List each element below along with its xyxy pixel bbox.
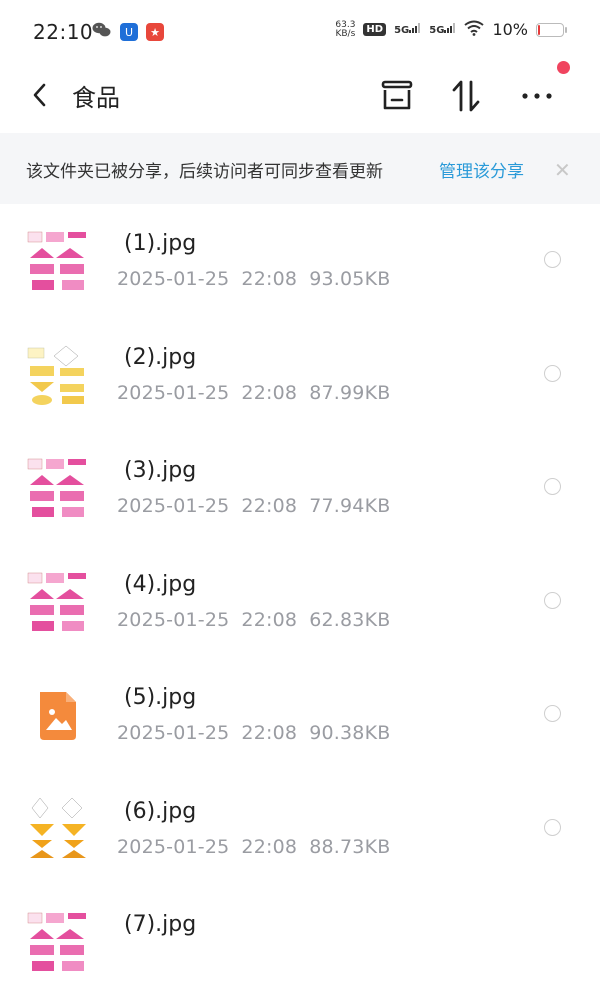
file-name: (4).jpg (124, 571, 197, 597)
file-time: 22:08 (241, 381, 298, 404)
file-name: (2).jpg (124, 344, 197, 370)
file-meta: 2025-01-25 22:08 62.83KB (117, 609, 390, 631)
sort-icon (452, 80, 480, 112)
file-date: 2025-01-25 (117, 835, 230, 858)
back-button[interactable] (26, 80, 56, 110)
file-thumbnail (26, 228, 90, 294)
file-row[interactable]: (2).jpg 2025-01-25 22:08 87.99KB (0, 318, 600, 431)
archive-icon (381, 80, 413, 110)
sort-button[interactable] (449, 78, 485, 114)
file-meta: 2025-01-25 22:08 77.94KB (117, 495, 390, 517)
file-name: (1).jpg (124, 231, 197, 256)
battery-fill (538, 24, 540, 35)
manage-share-link[interactable]: 管理该分享 (439, 157, 524, 182)
file-date: 2025-01-25 (117, 608, 230, 631)
file-date: 2025-01-25 (117, 381, 230, 404)
battery-icon (536, 22, 567, 37)
file-meta: 2025-01-25 22:08 88.73KB (117, 836, 390, 858)
file-row[interactable]: (3).jpg 2025-01-25 22:08 77.94KB (0, 431, 600, 544)
file-name: (3).jpg (124, 458, 197, 483)
file-row[interactable]: (6).jpg 2025-01-25 22:08 88.73KB (0, 772, 600, 885)
signal-5g-1: 5G (394, 23, 421, 36)
back-icon (33, 83, 46, 107)
select-radio[interactable] (544, 251, 561, 268)
file-row[interactable]: (4).jpg 2025-01-25 22:08 62.83KB (0, 545, 600, 658)
archive-button[interactable] (379, 78, 415, 114)
file-time: 22:08 (241, 495, 298, 517)
app-red-icon: ★ (146, 23, 164, 41)
file-time: 22:08 (241, 608, 298, 631)
select-radio[interactable] (544, 478, 561, 495)
file-name: (6).jpg (124, 798, 197, 824)
more-icon (522, 93, 552, 99)
select-radio[interactable] (544, 705, 561, 722)
file-thumbnail (26, 568, 90, 635)
share-banner: 该文件夹已被分享，后续访问者可同步查看更新 管理该分享 ✕ (0, 133, 600, 204)
file-date: 2025-01-25 (117, 722, 230, 744)
file-size: 90.38KB (309, 722, 391, 744)
file-thumbnail (26, 455, 90, 521)
file-thumbnail (26, 909, 90, 975)
image-file-icon (26, 682, 90, 748)
net-speed-unit: KB/s (335, 28, 356, 39)
net-speed: 63.3 KB/s (335, 20, 356, 39)
file-time: 22:08 (241, 835, 298, 858)
top-app-bar: 食品 (0, 66, 600, 132)
file-date: 2025-01-25 (117, 268, 230, 290)
status-notification-icons: U ★ (92, 22, 164, 42)
file-time: 22:08 (241, 268, 298, 290)
select-radio[interactable] (544, 364, 561, 382)
signal-5g-2: 5G (429, 23, 456, 36)
file-size: 88.73KB (309, 835, 391, 858)
file-row[interactable]: (1).jpg 2025-01-25 22:08 93.05KB (0, 204, 600, 317)
app-u-icon: U (120, 23, 138, 41)
file-thumbnail (26, 795, 90, 862)
status-right: 63.3 KB/s HD 5G 5G 10% (335, 20, 567, 39)
file-size: 87.99KB (309, 381, 391, 404)
file-date: 2025-01-25 (117, 495, 230, 517)
file-size: 62.83KB (309, 608, 391, 631)
file-meta: 2025-01-25 22:08 93.05KB (117, 268, 390, 290)
file-size: 93.05KB (309, 268, 391, 290)
select-radio[interactable] (544, 818, 561, 836)
status-time: 22:10 (33, 20, 94, 44)
file-meta: 2025-01-25 22:08 87.99KB (117, 382, 390, 404)
close-icon[interactable]: ✕ (554, 158, 571, 182)
share-banner-text: 该文件夹已被分享，后续访问者可同步查看更新 (26, 162, 383, 182)
file-thumbnail (26, 341, 90, 408)
battery-percent: 10% (492, 20, 528, 39)
file-name: (7).jpg (124, 912, 197, 937)
signal-5g-2-label: 5G (429, 25, 445, 36)
select-radio[interactable] (544, 591, 561, 609)
signal-5g-1-label: 5G (394, 25, 410, 36)
wechat-icon (92, 22, 112, 42)
file-row[interactable]: (7).jpg (0, 885, 600, 998)
file-size: 77.94KB (309, 495, 391, 517)
file-name: (5).jpg (124, 685, 197, 710)
hd-badge: HD (363, 23, 387, 36)
file-time: 22:08 (241, 722, 298, 744)
status-bar: 22:10 U ★ 63.3 KB/s HD 5G 5G 10% (0, 0, 600, 66)
file-meta: 2025-01-25 22:08 90.38KB (117, 722, 390, 744)
file-row[interactable]: (5).jpg 2025-01-25 22:08 90.38KB (0, 658, 600, 771)
notification-dot (557, 61, 570, 74)
wifi-icon (464, 20, 485, 39)
more-button[interactable] (519, 78, 555, 114)
page-title: 食品 (72, 84, 120, 112)
